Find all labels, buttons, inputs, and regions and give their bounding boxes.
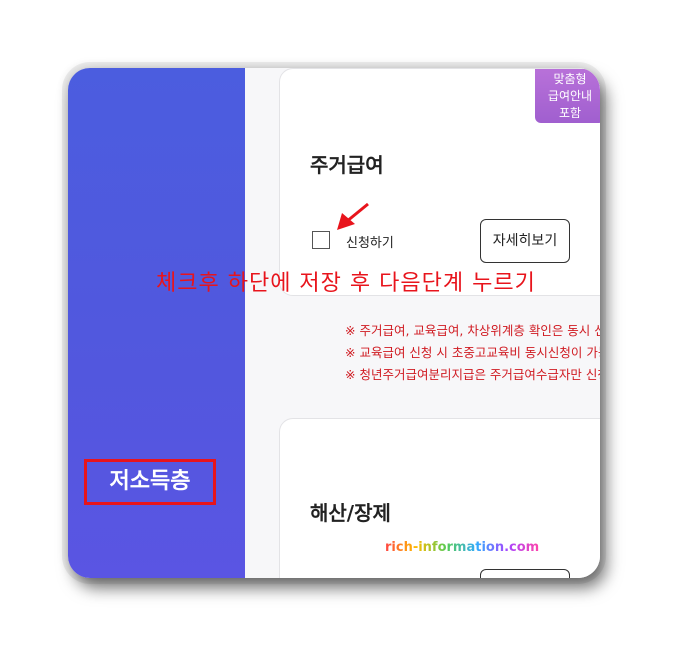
view-details-button[interactable]: 자세히보기 [480,219,570,263]
apply-checkbox-label[interactable]: 신청하기 [346,232,394,251]
badge-line: 포함 [558,106,582,120]
app-window: 저소득층 맞춤형 급여안내 포함 주거급여 신청하기 자세히보기 ※ 주거급여,… [68,68,600,578]
view-details-button[interactable] [480,569,570,578]
notice-list: ※ 주거급여, 교육급여, 차상위계층 확인은 동시 선택 ※ 교육급여 신청 … [345,320,600,386]
sidebar-item-low-income[interactable]: 저소득층 [84,459,216,505]
overlay-instruction: 체크후 하단에 저장 후 다음단계 누르기 [156,271,536,296]
apply-checkbox[interactable] [312,231,330,249]
card-title: 주거급여 [310,153,384,177]
badge-line: 급여안내 [547,89,593,103]
watermark: rich-information.com [385,540,540,555]
sidebar: 저소득층 [68,68,245,578]
main-content: 맞춤형 급여안내 포함 주거급여 신청하기 자세히보기 ※ 주거급여, 교육급여… [245,68,600,578]
card-title: 해산/장제 [310,501,391,525]
notice-item: ※ 교육급여 신청 시 초중고교육비 동시신청이 가능합 [345,345,600,360]
badge-line: 맞춤형 [553,72,587,86]
custom-benefit-badge: 맞춤형 급여안내 포함 [535,69,600,123]
housing-benefit-card: 맞춤형 급여안내 포함 주거급여 신청하기 자세히보기 [279,68,600,296]
notice-item: ※ 청년주거급여분리지급은 주거급여수급자만 신청가 [345,367,600,382]
notice-item: ※ 주거급여, 교육급여, 차상위계층 확인은 동시 선택 [345,323,600,338]
